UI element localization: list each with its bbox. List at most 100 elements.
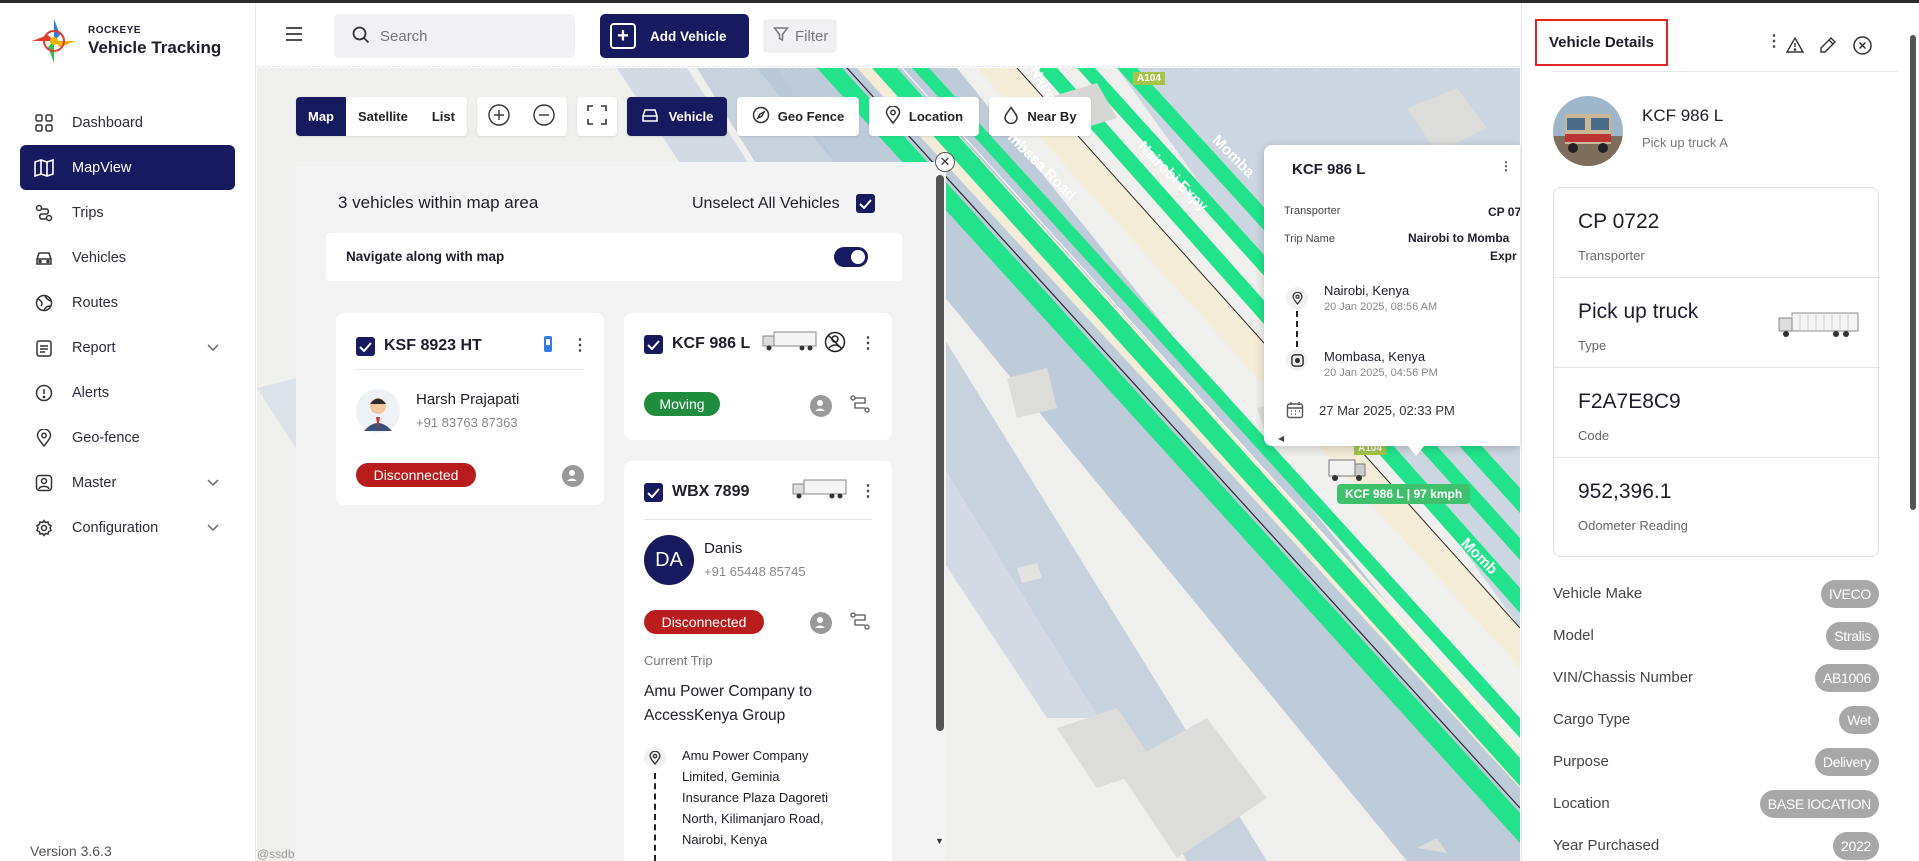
sidebar-item-label: Routes (72, 294, 118, 311)
destination-icon (1286, 349, 1308, 371)
location-layer-button[interactable]: Location (868, 97, 979, 136)
info-value: CP 0722 (1578, 210, 1660, 233)
field-key: Vehicle Make (1553, 585, 1643, 602)
field-value-badge: BASE lOCATION (1759, 790, 1879, 818)
sidebar-item-master[interactable]: Master (20, 460, 235, 505)
sidebar-item-label: Configuration (72, 519, 159, 536)
zoom-in-icon[interactable] (488, 104, 511, 129)
search-input[interactable] (380, 27, 550, 45)
field-key: VIN/Chassis Number (1553, 669, 1694, 686)
driver-avatar (356, 389, 400, 433)
info-value: Pick up truck (1578, 300, 1699, 323)
status-badge: Disconnected (644, 610, 764, 634)
map-icon (34, 158, 54, 178)
sidebar-item-label: Report (72, 339, 116, 356)
vehicle-checkbox[interactable] (644, 335, 663, 354)
vehicle-details-title: Vehicle Details (1535, 19, 1668, 66)
scroll-left-icon[interactable]: ◀ (1278, 434, 1284, 443)
more-options-icon[interactable]: ⋮ (860, 481, 876, 501)
location-pin-icon (644, 747, 666, 769)
sidebar-item-alerts[interactable]: Alerts (20, 370, 235, 415)
fullscreen-button[interactable] (576, 97, 617, 136)
edit-icon[interactable] (1819, 36, 1839, 56)
vehicle-checkbox[interactable] (356, 337, 375, 356)
geofence-layer-button[interactable]: Geo Fence (736, 97, 859, 136)
view-list-button[interactable]: List (420, 97, 467, 136)
more-options-icon[interactable]: ⋮ (860, 333, 876, 353)
field-key: Location (1553, 795, 1610, 812)
field-value-badge: Stralis (1826, 622, 1879, 650)
scroll-down-icon[interactable]: ▼ (935, 836, 944, 846)
vehicle-card[interactable]: KSF 8923 HT ⋮ Harsh Prajapati +91 83763 … (336, 313, 604, 505)
divider (644, 519, 872, 520)
vehicle-checkbox[interactable] (644, 483, 663, 502)
trip-dashed-line (654, 773, 656, 861)
field-value-badge: IVECO (1820, 580, 1879, 608)
warning-icon[interactable] (1785, 36, 1806, 56)
vehicle-popup[interactable]: KCF 986 L ⋮ Transporter CP 07 Trip Name … (1264, 145, 1520, 446)
more-options-icon[interactable]: ⋮ (572, 335, 588, 355)
truck-marker-icon[interactable] (1327, 456, 1367, 486)
vehicle-layer-button[interactable]: Vehicle (626, 97, 727, 136)
view-map-button[interactable]: Map (296, 97, 346, 136)
field-model: Model Stralis (1553, 622, 1879, 650)
chevron-down-icon[interactable] (207, 520, 219, 536)
filter-icon (772, 26, 790, 46)
nearby-layer-button[interactable]: Near By (988, 97, 1091, 136)
origin-time: 20 Jan 2025, 08:56 AM (1324, 301, 1438, 313)
vehicle-card[interactable]: KCF 986 L ⋮ Moving (624, 313, 892, 440)
filter-label: Filter (795, 27, 829, 45)
gear-icon (34, 518, 54, 538)
sidebar-item-mapview[interactable]: MapView (20, 145, 235, 190)
sidebar-item-report[interactable]: Report (20, 325, 235, 370)
zoom-controls (476, 97, 567, 136)
compass-icon (752, 106, 770, 127)
add-vehicle-button[interactable]: + Add Vehicle (600, 14, 749, 58)
calendar-icon (1286, 401, 1304, 422)
chevron-down-icon[interactable] (207, 340, 219, 356)
transporter-label: Transporter (1284, 205, 1341, 217)
close-icon[interactable]: ✕ (935, 152, 955, 172)
menu-icon[interactable] (285, 27, 303, 44)
truck-icon (792, 479, 847, 499)
trip-route-icon[interactable] (850, 612, 870, 632)
driver-phone: +91 65448 85745 (704, 564, 806, 579)
sidebar-item-vehicles[interactable]: Vehicles (20, 235, 235, 280)
search-box[interactable] (334, 14, 575, 58)
sidebar-item-dashboard[interactable]: Dashboard (20, 100, 235, 145)
divider (1552, 71, 1898, 72)
info-row-odometer: 952,396.1 Odometer Reading (1554, 458, 1880, 548)
driver-assign-icon[interactable] (810, 395, 832, 417)
vehicle-plate: KSF 8923 HT (384, 337, 482, 354)
chevron-down-icon[interactable] (207, 475, 219, 491)
sidebar-item-label: Dashboard (72, 114, 143, 131)
more-options-icon[interactable]: ⋮ (1500, 159, 1512, 173)
more-options-icon[interactable]: ⋮ (1766, 31, 1782, 51)
no-driver-icon (824, 331, 846, 353)
trip-route-icon[interactable] (850, 395, 870, 415)
info-value: 952,396.1 (1578, 480, 1672, 503)
geofence-layer-label: Geo Fence (777, 109, 845, 124)
panel-scrollbar[interactable] (936, 175, 944, 731)
drop-icon (1003, 106, 1019, 127)
sidebar-item-geofence[interactable]: Geo-fence (20, 415, 235, 460)
sidebar-item-configuration[interactable]: Configuration (20, 505, 235, 550)
sidebar-item-trips[interactable]: Trips (20, 190, 235, 235)
details-scrollbar[interactable] (1910, 35, 1916, 510)
unselect-all-checkbox[interactable] (856, 194, 875, 213)
info-label: Odometer Reading (1578, 518, 1688, 533)
map-attribution: @ssdb (257, 847, 295, 861)
driver-assign-icon[interactable] (562, 465, 584, 487)
filter-button[interactable]: Filter (763, 19, 837, 53)
zoom-out-icon[interactable] (533, 104, 556, 129)
navigate-with-map-toggle[interactable] (834, 247, 868, 267)
view-satellite-button[interactable]: Satellite (346, 97, 420, 136)
rockeye-logo-icon (32, 19, 76, 63)
vehicle-speed-tag[interactable]: KCF 986 L | 97 kmph (1337, 484, 1471, 504)
driver-assign-icon[interactable] (810, 612, 832, 634)
close-icon[interactable] (1853, 36, 1873, 56)
address-line: Amu Power Company (682, 748, 809, 763)
sidebar-item-routes[interactable]: Routes (20, 280, 235, 325)
grid-icon (34, 113, 54, 133)
vehicle-card[interactable]: WBX 7899 ⋮ DA Danis +91 65448 85745 Disc… (624, 461, 892, 861)
